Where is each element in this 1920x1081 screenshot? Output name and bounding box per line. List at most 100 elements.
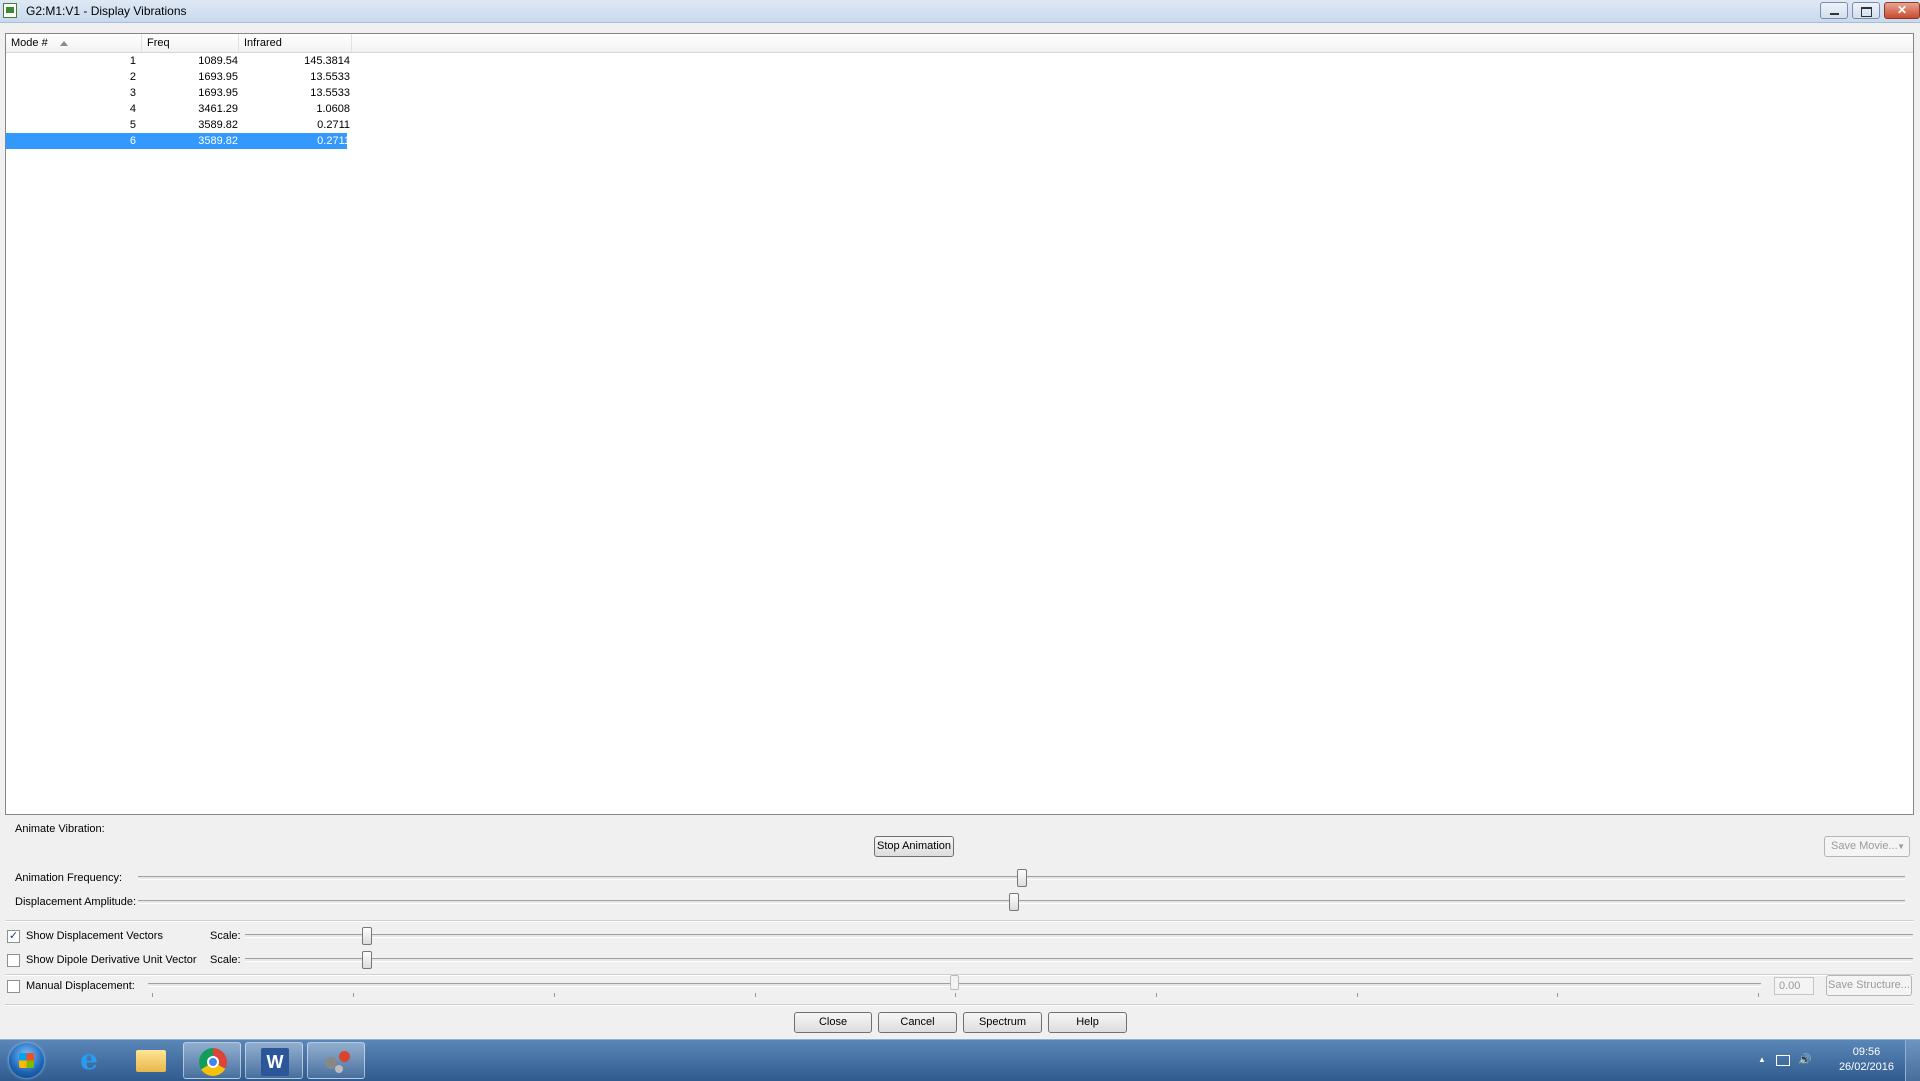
cell-freq: 3589.82 — [198, 119, 238, 131]
save-movie-label: Save Movie... — [1831, 840, 1898, 852]
close-button[interactable]: Close — [794, 1012, 872, 1033]
displacement-amplitude-label: Displacement Amplitude: — [15, 896, 137, 908]
table-row[interactable]: 3 1693.95 13.5533 — [6, 85, 350, 101]
chrome-icon — [199, 1048, 227, 1076]
clock[interactable]: 09:56 26/02/2016 — [1839, 1045, 1894, 1075]
cell-infrared: 0.2711 — [317, 135, 350, 147]
cell-mode: 2 — [129, 71, 136, 83]
displacement-scale-slider[interactable] — [245, 934, 1913, 938]
cell-mode: 1 — [129, 55, 136, 67]
cell-infrared: 145.3814 — [304, 55, 350, 67]
modes-table[interactable]: Mode # Freq Infrared 1 1089.54 145.3814 … — [5, 33, 1914, 815]
slider-tick — [152, 993, 153, 997]
table-row[interactable]: 5 3589.82 0.2711 — [6, 117, 350, 133]
cell-infrared: 1.0608 — [316, 103, 350, 115]
column-header-mode[interactable]: Mode # — [6, 34, 142, 52]
animation-frequency-label: Animation Frequency: — [15, 872, 122, 884]
slider-tick — [1758, 993, 1759, 997]
displacement-amplitude-slider[interactable] — [138, 900, 1905, 904]
displacement-amplitude-thumb[interactable] — [1008, 893, 1019, 911]
column-header-mode-label: Mode # — [11, 37, 48, 49]
slider-tick — [353, 993, 354, 997]
separator — [5, 1004, 1914, 1006]
slider-tick — [755, 993, 756, 997]
table-row[interactable]: 2 1693.95 13.5533 — [6, 69, 350, 85]
manual-displacement-value[interactable]: 0.00 — [1774, 977, 1814, 995]
table-row-selected[interactable]: 6 3589.82 0.2711 — [6, 133, 350, 149]
cell-freq: 1089.54 — [198, 55, 238, 67]
slider-tick — [1357, 993, 1358, 997]
column-header-freq-label: Freq — [147, 37, 170, 49]
cell-mode: 3 — [129, 87, 136, 99]
cancel-button[interactable]: Cancel — [878, 1012, 957, 1033]
start-button[interactable] — [4, 1042, 50, 1079]
cell-freq: 3589.82 — [198, 135, 238, 147]
clock-time: 09:56 — [1852, 1046, 1881, 1058]
displacement-scale-label: Scale: — [210, 930, 241, 942]
dropdown-arrow-icon: ▼ — [1897, 842, 1905, 851]
cell-infrared: 13.5533 — [310, 71, 350, 83]
maximize-button[interactable] — [1852, 2, 1880, 19]
dipole-scale-label: Scale: — [210, 954, 241, 966]
dipole-scale-thumb[interactable] — [362, 951, 373, 969]
show-desktop-button[interactable] — [1905, 1040, 1920, 1081]
spectrum-button[interactable]: Spectrum — [963, 1012, 1042, 1033]
column-header-infrared-label: Infrared — [244, 37, 282, 49]
help-button[interactable]: Help — [1048, 1012, 1127, 1033]
cell-infrared: 0.2711 — [317, 119, 350, 131]
cell-freq: 1693.95 — [198, 71, 238, 83]
clock-date: 26/02/2016 — [1838, 1061, 1894, 1073]
cell-freq: 1693.95 — [198, 87, 238, 99]
cell-mode: 4 — [129, 103, 136, 115]
close-window-button[interactable]: ✕ — [1884, 2, 1920, 19]
speaker-icon[interactable]: 🔊 — [1798, 1053, 1812, 1066]
show-displacement-vectors-checkbox[interactable]: ✓ — [7, 930, 20, 943]
slider-tick — [554, 993, 555, 997]
separator — [5, 974, 1914, 976]
title-bar: G2:M1:V1 - Display Vibrations ✕ — [0, 0, 1920, 23]
window-title: G2:M1:V1 - Display Vibrations — [26, 4, 187, 18]
system-tray: ▲ 🔊 09:56 26/02/2016 — [1720, 1040, 1920, 1081]
show-displacement-vectors-label: Show Displacement Vectors — [26, 930, 163, 942]
windows-start-icon — [9, 1043, 44, 1078]
word-icon: W — [261, 1048, 289, 1076]
separator — [5, 920, 1914, 922]
slider-tick — [955, 993, 956, 997]
cell-mode: 5 — [129, 119, 136, 131]
internet-explorer-icon: e — [80, 1043, 98, 1076]
taskbar-word[interactable]: W — [245, 1042, 303, 1079]
cell-freq: 3461.29 — [198, 103, 238, 115]
displacement-scale-thumb[interactable] — [362, 927, 373, 945]
manual-displacement-label: Manual Displacement: — [26, 980, 135, 992]
taskbar-internet-explorer[interactable]: e — [60, 1042, 118, 1079]
column-header-freq[interactable]: Freq — [142, 34, 239, 52]
column-header-infrared[interactable]: Infrared — [239, 34, 352, 52]
animation-frequency-thumb[interactable] — [1016, 869, 1027, 887]
slider-tick — [1156, 993, 1157, 997]
taskbar-file-explorer[interactable] — [121, 1042, 179, 1079]
stop-animation-button[interactable]: Stop Animation — [874, 836, 954, 857]
table-header: Mode # Freq Infrared — [6, 34, 1913, 53]
cell-infrared: 13.5533 — [310, 87, 350, 99]
show-dipole-derivative-label: Show Dipole Derivative Unit Vector — [26, 954, 197, 966]
save-structure-button[interactable]: Save Structure... — [1826, 975, 1912, 996]
minimize-button[interactable] — [1820, 2, 1848, 19]
taskbar-gaussview[interactable] — [307, 1042, 365, 1079]
dipole-scale-slider[interactable] — [245, 958, 1913, 962]
sort-ascending-icon — [59, 40, 68, 46]
taskbar-chrome[interactable] — [183, 1042, 241, 1079]
table-row[interactable]: 4 3461.29 1.0608 — [6, 101, 350, 117]
manual-displacement-thumb[interactable] — [949, 975, 959, 990]
gaussview-icon — [323, 1049, 351, 1075]
animate-vibration-label: Animate Vibration: — [15, 823, 105, 835]
show-dipole-derivative-checkbox[interactable] — [7, 954, 20, 967]
app-icon[interactable] — [3, 3, 17, 18]
folder-icon — [136, 1050, 166, 1072]
show-hidden-icons-icon[interactable]: ▲ — [1758, 1055, 1766, 1064]
network-icon[interactable] — [1776, 1055, 1790, 1066]
manual-displacement-checkbox[interactable] — [7, 980, 20, 993]
taskbar: e W ▲ 🔊 09:56 26/02/2016 — [0, 1039, 1920, 1081]
slider-tick — [1557, 993, 1558, 997]
table-row[interactable]: 1 1089.54 145.3814 — [6, 53, 350, 69]
save-movie-button[interactable]: Save Movie... ▼ — [1824, 836, 1910, 857]
